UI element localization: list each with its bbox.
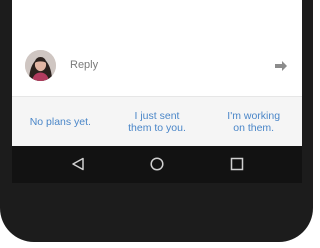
suggestion-reply-1[interactable]: No plans yet. [12,97,109,146]
smart-reply-suggestions: No plans yet. I just sent them to you. I… [12,96,302,146]
notification-content: Reply [12,0,302,96]
back-icon[interactable] [70,156,86,172]
arrow-right-icon[interactable] [274,59,288,73]
reply-label: Reply [70,59,99,71]
suggestion-reply-2[interactable]: I just sent them to you. [109,97,206,146]
screen: Reply No plans yet. I just sent them to … [12,0,302,183]
recents-icon[interactable] [229,156,245,172]
home-icon[interactable] [149,156,165,172]
profile-photo [25,50,56,81]
reply-bar[interactable]: Reply [12,44,302,88]
phone: Reply No plans yet. I just sent them to … [0,0,313,248]
avatar [25,50,56,81]
suggestion-reply-3[interactable]: I'm working on them. [205,97,302,146]
navigation-bar [12,146,302,183]
